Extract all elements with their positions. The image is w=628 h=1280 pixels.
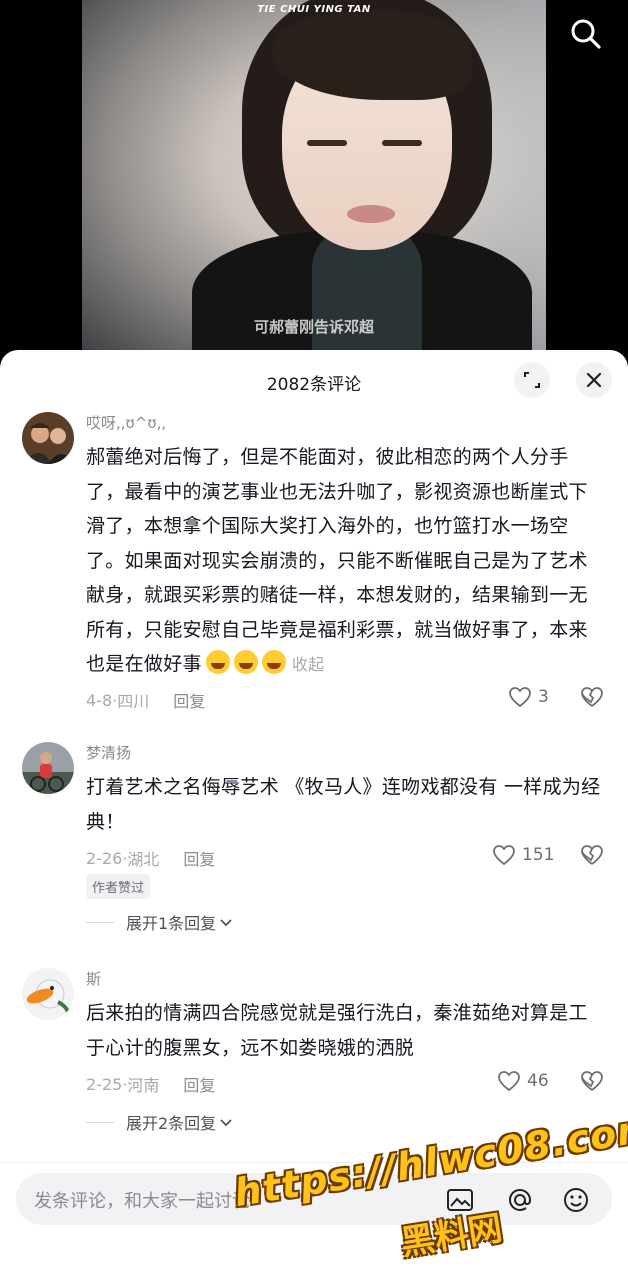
like-button[interactable]: 46 [497, 1070, 549, 1092]
expand-replies-label: 展开1条回复 [126, 914, 217, 933]
comment-location: 河南 [127, 1076, 160, 1095]
avatar[interactable] [22, 968, 74, 1020]
comment-meta: 2-26 · 湖北 回复 [86, 846, 215, 870]
video-frame: TIE CHUI YING TAN 可郝蕾刚告诉邓超 [82, 0, 546, 352]
dislike-button[interactable] [580, 1070, 604, 1096]
comment-meta: 2-25 · 河南 回复 [86, 1072, 215, 1096]
comment-date: 2-25 [86, 1074, 123, 1094]
comment-date: 2-26 [86, 848, 123, 868]
like-button[interactable]: 151 [492, 844, 554, 866]
chevron-down-icon [220, 1119, 232, 1127]
comment-text: 后来拍的情满四合院感觉就是强行洗白，秦淮茹绝对算是工于心计的腹黑女，远不如娄晓娥… [86, 1002, 588, 1059]
laughing-emoji-icon [261, 650, 286, 674]
avatar[interactable] [22, 412, 74, 464]
like-count: 3 [538, 687, 549, 707]
expand-icon [524, 372, 540, 388]
heart-icon [498, 1071, 520, 1092]
comment-text: 郝蕾绝对后悔了，但是不能面对，彼此相恋的两个人分手了，最看中的演艺事业也无法升咖… [86, 446, 588, 675]
search-icon [571, 19, 601, 49]
like-count: 151 [522, 845, 555, 865]
broken-heart-icon [581, 845, 603, 865]
video-caption: 可郝蕾刚告诉邓超 [253, 318, 374, 336]
chevron-down-icon [220, 919, 232, 927]
like-button[interactable]: 3 [508, 686, 549, 708]
search-button[interactable] [566, 14, 606, 54]
like-count: 46 [527, 1071, 549, 1091]
comment-date: 4-8 [86, 690, 113, 710]
comment-location: 湖北 [127, 850, 160, 869]
dislike-button[interactable] [580, 686, 604, 712]
comment-meta: 4-8 · 四川 回复 [86, 688, 205, 712]
broken-heart-icon [581, 687, 603, 707]
laughing-emoji-icon [205, 650, 230, 674]
broken-heart-icon [581, 1071, 603, 1091]
video-player[interactable]: TIE CHUI YING TAN 可郝蕾刚告诉邓超 [0, 0, 628, 360]
laughing-emoji-icon [233, 650, 258, 674]
close-button[interactable] [576, 362, 612, 398]
dislike-button[interactable] [580, 844, 604, 870]
comment-input-placeholder: 发条评论，和大家一起讨论 [34, 1191, 250, 1212]
comment-location: 四川 [117, 692, 150, 711]
expand-replies-button[interactable]: 展开1条回复 [86, 910, 234, 934]
author-liked-badge: 作者赞过 [86, 874, 151, 899]
comment-text: 打着艺术之名侮辱艺术 《牧马人》连吻戏都没有 一样成为经典！ [86, 776, 601, 833]
video-watermark: TIE CHUI YING TAN [257, 4, 371, 15]
mention-icon[interactable] [504, 1184, 536, 1216]
heart-icon [493, 845, 515, 866]
reply-button[interactable]: 回复 [183, 846, 215, 870]
username[interactable]: 哎呀,,ʊ^ʊ,, [86, 412, 166, 433]
expand-button[interactable] [514, 362, 550, 398]
expand-replies-button[interactable]: 展开2条回复 [86, 1110, 234, 1134]
avatar[interactable] [22, 742, 74, 794]
expand-replies-label: 展开2条回复 [126, 1114, 217, 1133]
username[interactable]: 梦清扬 [86, 742, 131, 763]
reply-button[interactable]: 回复 [183, 1072, 215, 1096]
reply-button[interactable]: 回复 [173, 688, 205, 712]
username[interactable]: 斯 [86, 968, 101, 989]
heart-icon [509, 687, 531, 708]
collapse-link[interactable]: 收起 [292, 655, 325, 674]
emoji-icon[interactable] [560, 1184, 592, 1216]
close-icon [586, 372, 602, 388]
